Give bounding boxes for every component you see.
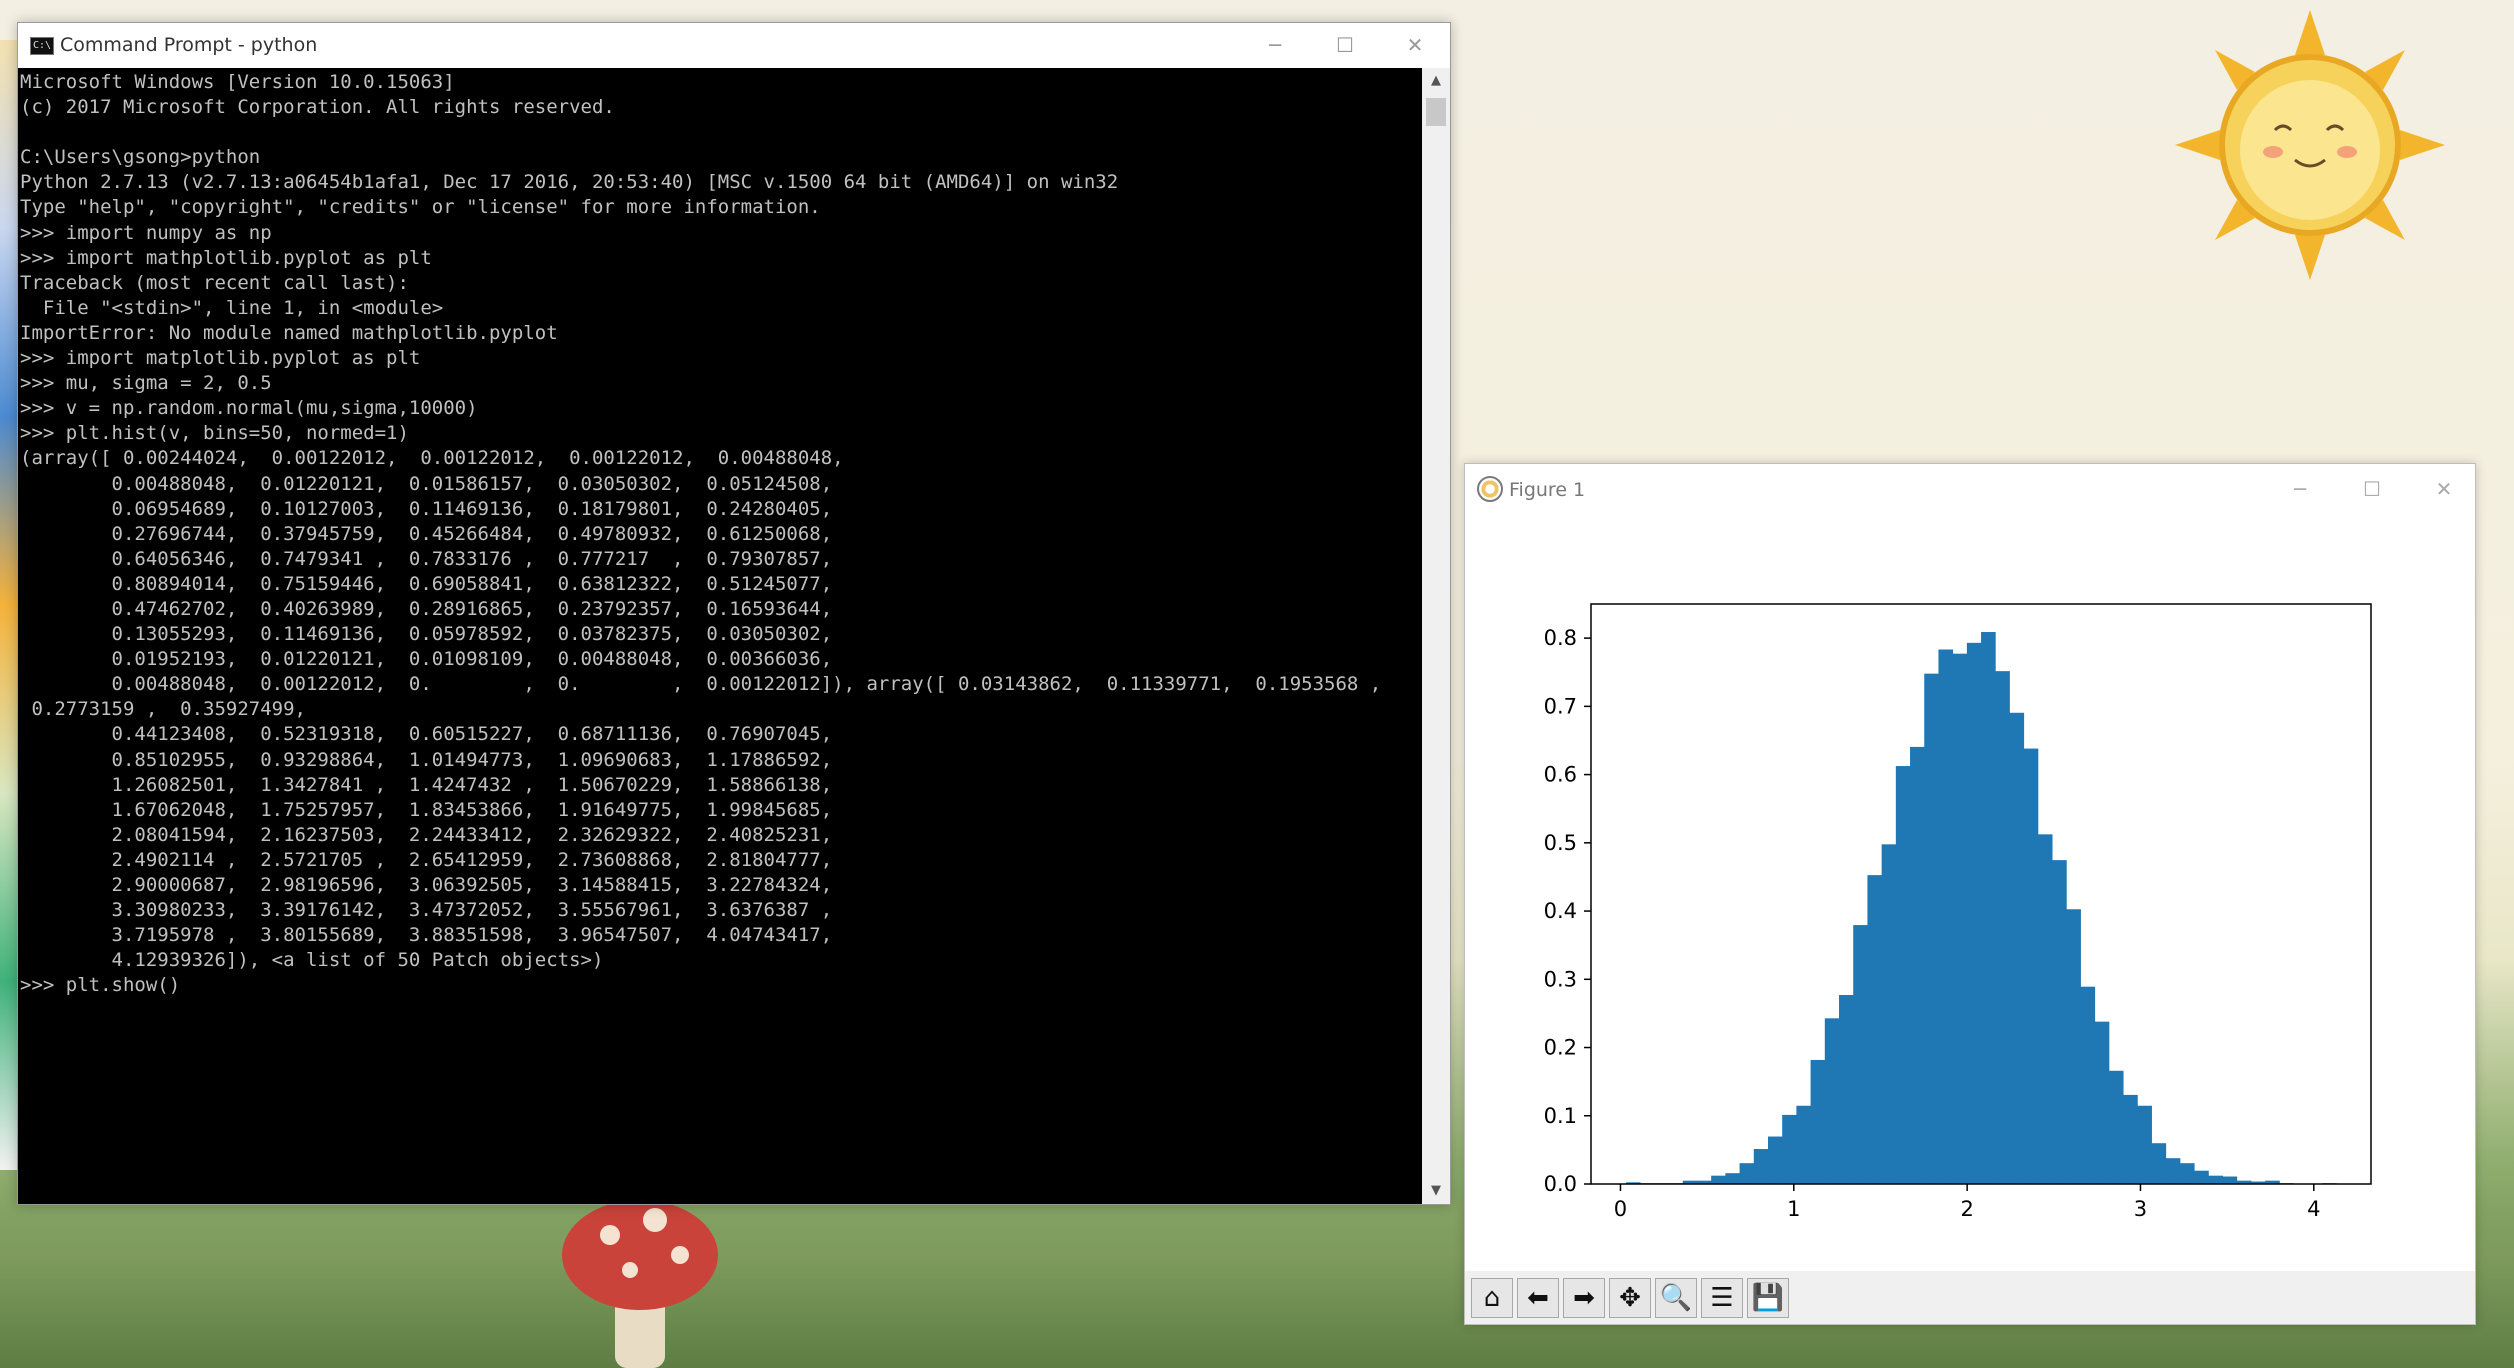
y-tick-label: 0.1 xyxy=(1544,1104,1577,1128)
plot-canvas[interactable]: 0 1 2 3 4 0.0 0.1 0.2 0.3 0.4 0.5 0.6 0.7 0.8 xyxy=(1465,514,2475,1271)
figure-maximize-button[interactable]: ☐ xyxy=(2337,464,2407,514)
histogram-bar xyxy=(1767,1136,1783,1184)
histogram-bar xyxy=(2066,909,2081,1184)
histogram-bar xyxy=(1910,746,1925,1184)
forward-icon[interactable]: ➡ xyxy=(1563,1278,1605,1318)
cmd-titlebar[interactable]: C:\ Command Prompt - python ─ ☐ ✕ xyxy=(18,23,1450,68)
histogram-bar xyxy=(1796,1105,1811,1184)
histogram-bar xyxy=(1938,649,1954,1184)
console-output[interactable]: Microsoft Windows [Version 10.0.15063] (… xyxy=(18,68,1422,1204)
histogram-bar xyxy=(2151,1143,2167,1184)
histogram-bar xyxy=(1711,1175,1726,1184)
histogram-bar xyxy=(1824,1018,1840,1184)
scroll-up-icon[interactable]: ▲ xyxy=(1422,68,1450,94)
configure-subplots-icon[interactable]: ☰ xyxy=(1701,1278,1743,1318)
minimize-button[interactable]: ─ xyxy=(1240,23,1310,68)
histogram-bar xyxy=(2023,748,2039,1184)
histogram-bar xyxy=(1739,1163,1755,1184)
histogram-bar xyxy=(1853,925,1868,1184)
console-scrollbar[interactable]: ▲ ▼ xyxy=(1422,68,1450,1204)
close-button[interactable]: ✕ xyxy=(1380,23,1450,68)
histogram-bar xyxy=(2052,860,2067,1184)
y-tick-label: 0.5 xyxy=(1544,831,1577,855)
maximize-button[interactable]: ☐ xyxy=(1310,23,1380,68)
save-icon[interactable]: 💾 xyxy=(1747,1278,1789,1318)
console-text: Microsoft Windows [Version 10.0.15063] (… xyxy=(20,71,1382,997)
back-icon[interactable]: ⬅ xyxy=(1517,1278,1559,1318)
histogram-bar xyxy=(2222,1176,2238,1184)
mushroom-illustration xyxy=(562,1200,718,1368)
histogram-bar xyxy=(2165,1158,2181,1184)
figure-close-button[interactable]: ✕ xyxy=(2409,464,2479,514)
figure-titlebar[interactable]: Figure 1 ─ ☐ ✕ xyxy=(1465,464,2475,514)
histogram-bar xyxy=(2080,986,2096,1184)
histogram-bar xyxy=(2194,1170,2209,1184)
histogram-chart[interactable]: 0 1 2 3 4 0.0 0.1 0.2 0.3 0.4 0.5 0.6 0.7 0.8 xyxy=(1465,514,2475,1271)
y-tick-label: 0.7 xyxy=(1544,694,1577,718)
y-tick-label: 0.0 xyxy=(1544,1172,1577,1196)
zoom-icon[interactable]: 🔍 xyxy=(1655,1278,1697,1318)
histogram-bar xyxy=(1881,844,1897,1184)
histogram-bar xyxy=(2037,834,2053,1184)
histogram-bar xyxy=(2208,1175,2223,1184)
command-prompt-window[interactable]: C:\ Command Prompt - python ─ ☐ ✕ Micros… xyxy=(17,22,1451,1205)
histogram-bar xyxy=(1867,875,1883,1184)
histogram-bar xyxy=(1981,632,1996,1184)
histogram-bar xyxy=(2123,1094,2138,1184)
x-tick-label: 3 xyxy=(2134,1197,2147,1221)
histogram-bar xyxy=(2094,1021,2110,1184)
sun-illustration xyxy=(2175,10,2445,280)
histogram-bar xyxy=(1725,1173,1740,1184)
histogram-bar xyxy=(1895,766,1911,1184)
figure-window-title: Figure 1 xyxy=(1509,479,1586,501)
histogram-bar xyxy=(1839,995,1854,1184)
cmd-window-title: Command Prompt - python xyxy=(60,34,318,56)
y-tick-label: 0.8 xyxy=(1544,626,1577,650)
x-tick-label: 1 xyxy=(1787,1197,1800,1221)
figure-toolbar: ⌂ ⬅ ➡ ✥ 🔍 ☰ 💾 xyxy=(1465,1271,2475,1324)
histogram-bar xyxy=(2108,1070,2124,1184)
desktop-icons-strip[interactable] xyxy=(0,40,18,1170)
matplotlib-logo-icon xyxy=(1477,476,1503,502)
y-tick-label: 0.6 xyxy=(1544,763,1577,787)
x-tick-label: 0 xyxy=(1614,1197,1627,1221)
pan-icon[interactable]: ✥ xyxy=(1609,1278,1651,1318)
y-tick-label: 0.3 xyxy=(1544,967,1577,991)
histogram-bar xyxy=(1966,642,1982,1184)
histogram-bar xyxy=(1782,1114,1797,1184)
histogram-bar xyxy=(2137,1105,2152,1184)
histogram-bar xyxy=(1995,671,2010,1184)
scroll-down-icon[interactable]: ▼ xyxy=(1422,1178,1450,1204)
histogram-bar xyxy=(1810,1059,1826,1184)
home-icon[interactable]: ⌂ xyxy=(1471,1278,1513,1318)
cmd-app-icon: C:\ xyxy=(30,37,54,55)
y-tick-label: 0.4 xyxy=(1544,899,1577,923)
y-tick-label: 0.2 xyxy=(1544,1036,1577,1060)
x-tick-label: 4 xyxy=(2307,1197,2320,1221)
figure-minimize-button[interactable]: ─ xyxy=(2265,464,2335,514)
histogram-bar xyxy=(2009,712,2025,1184)
histogram-bar xyxy=(2179,1163,2195,1184)
histogram-bar xyxy=(1753,1149,1769,1184)
scrollbar-thumb[interactable] xyxy=(1426,98,1446,126)
x-tick-label: 2 xyxy=(1960,1197,1973,1221)
histogram-bar xyxy=(1924,673,1939,1184)
histogram-bar xyxy=(1952,653,1968,1184)
figure-window[interactable]: Figure 1 ─ ☐ ✕ 0 1 2 3 4 0.0 0.1 0.2 0.3 0.4 0.5 0.… xyxy=(1464,463,2476,1325)
